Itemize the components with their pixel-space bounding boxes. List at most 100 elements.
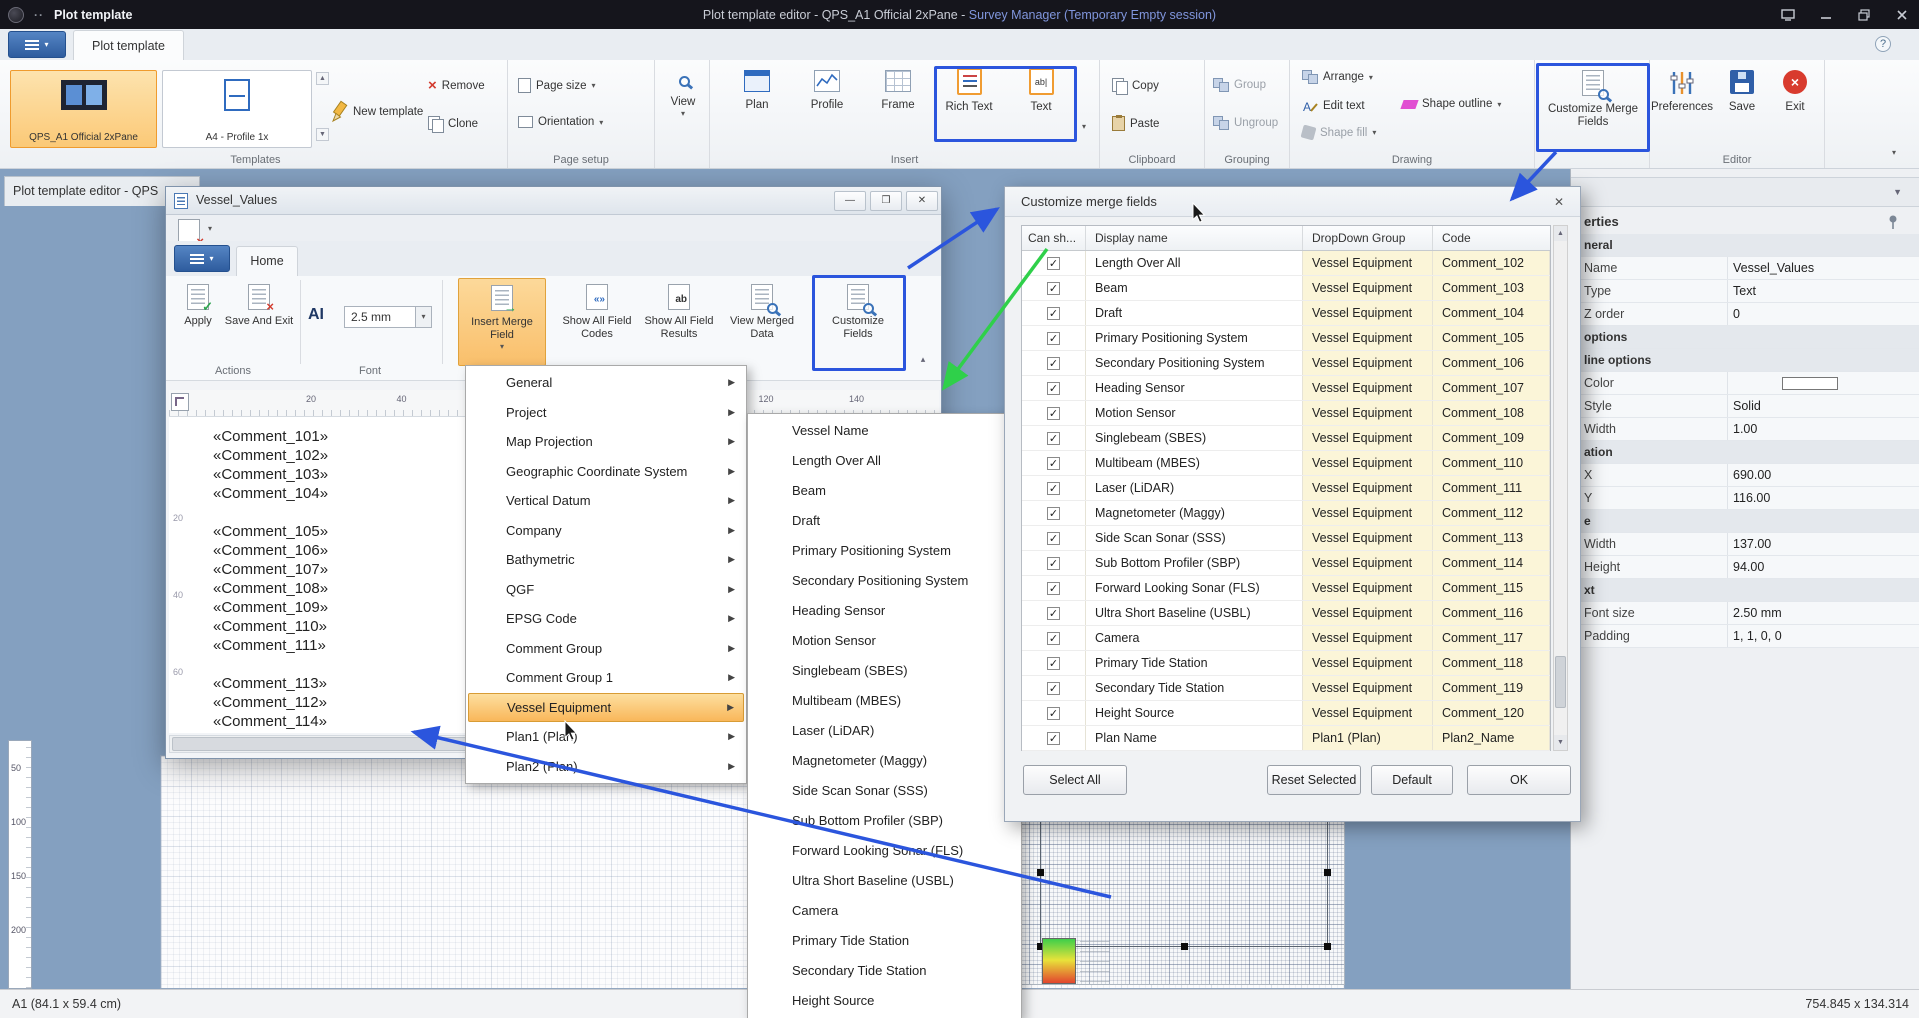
submenu-item-height-source[interactable]: Height Source — [750, 986, 1019, 1016]
orientation-button[interactable]: Orientation▾ — [518, 116, 603, 128]
property-row[interactable]: Width1.00 — [1571, 418, 1919, 441]
apply-button[interactable]: ✓ Apply — [174, 278, 222, 366]
property-row[interactable]: Z order0 — [1571, 303, 1919, 326]
color-swatch[interactable] — [1782, 377, 1838, 390]
checkbox[interactable]: ✓ — [1047, 457, 1060, 470]
help-icon[interactable]: ? — [1875, 36, 1891, 52]
dialog-titlebar[interactable]: Customize merge fields — [1005, 187, 1580, 217]
menu-item-general[interactable]: General▶ — [468, 368, 744, 398]
show-all-field-results-button[interactable]: ab Show All Field Results — [642, 278, 716, 366]
scroll-up-icon[interactable]: ▲ — [1554, 226, 1567, 241]
table-row[interactable]: ✓Primary Tide StationVessel EquipmentCom… — [1022, 651, 1550, 676]
submenu-item-primary-tide-station[interactable]: Primary Tide Station — [750, 926, 1019, 956]
checkbox[interactable]: ✓ — [1047, 257, 1060, 270]
insert-gallery-chevron-icon[interactable]: ▾ — [1082, 122, 1086, 131]
edit-text-button[interactable]: AEdit text — [1302, 98, 1365, 114]
menu-item-comment-group-1[interactable]: Comment Group 1▶ — [468, 663, 744, 693]
default-button[interactable]: Default — [1371, 765, 1453, 795]
submenu-item-multibeam-mbes[interactable]: Multibeam (MBES) — [750, 686, 1019, 716]
tab-plot-template[interactable]: Plot template — [73, 30, 184, 60]
checkbox[interactable]: ✓ — [1047, 382, 1060, 395]
table-row[interactable]: ✓DraftVessel EquipmentComment_104 — [1022, 301, 1550, 326]
checkbox[interactable]: ✓ — [1047, 507, 1060, 520]
vessel-maximize-icon[interactable]: ❒ — [870, 191, 902, 211]
dialog-scrollbar[interactable]: ▲ ▼ — [1553, 225, 1568, 751]
submenu-item-beam[interactable]: Beam — [750, 476, 1019, 506]
submenu-item-vessel-name[interactable]: Vessel Name — [750, 416, 1019, 446]
checkbox[interactable]: ✓ — [1047, 557, 1060, 570]
checkbox[interactable]: ✓ — [1047, 732, 1060, 745]
menu-item-vertical-datum[interactable]: Vertical Datum▶ — [468, 486, 744, 516]
table-row[interactable]: ✓Sub Bottom Profiler (SBP)Vessel Equipme… — [1022, 551, 1550, 576]
property-row[interactable]: Font size2.50 mm — [1571, 602, 1919, 625]
checkbox[interactable]: ✓ — [1047, 432, 1060, 445]
template-qps-a1[interactable]: QPS_A1 Official 2xPane — [10, 70, 157, 148]
table-row[interactable]: ✓Length Over AllVessel EquipmentComment_… — [1022, 251, 1550, 276]
insert-text-button[interactable]: ab|Text — [1010, 68, 1072, 114]
submenu-item-sub-bottom-profiler-sbp[interactable]: Sub Bottom Profiler (SBP) — [750, 806, 1019, 836]
checkbox[interactable]: ✓ — [1047, 532, 1060, 545]
table-row[interactable]: ✓Secondary Positioning SystemVessel Equi… — [1022, 351, 1550, 376]
save-button[interactable]: Save — [1716, 70, 1768, 114]
table-row[interactable]: ✓Secondary Tide StationVessel EquipmentC… — [1022, 676, 1550, 701]
submenu-item-magnetometer-maggy[interactable]: Magnetometer (Maggy) — [750, 746, 1019, 776]
scrollbar-thumb[interactable] — [172, 737, 472, 751]
submenu-item-singlebeam-sbes[interactable]: Singlebeam (SBES) — [750, 656, 1019, 686]
vessel-app-menu-button[interactable]: ▾ — [174, 245, 230, 272]
property-row[interactable]: X690.00 — [1571, 464, 1919, 487]
scrollbar-thumb[interactable] — [1555, 656, 1566, 708]
menu-item-qgf[interactable]: QGF▶ — [468, 575, 744, 605]
ribbon-collapse-chevron-icon[interactable]: ▾ — [1892, 148, 1896, 157]
property-row[interactable]: StyleSolid — [1571, 395, 1919, 418]
group-button[interactable]: Group — [1213, 78, 1266, 92]
page-size-button[interactable]: Page size▾ — [518, 78, 596, 93]
vessel-minimize-icon[interactable]: — — [834, 191, 866, 211]
menu-item-epsg-code[interactable]: EPSG Code▶ — [468, 604, 744, 634]
checkbox[interactable]: ✓ — [1047, 407, 1060, 420]
view-merged-data-button[interactable]: View Merged Data — [724, 278, 800, 366]
minimize-icon[interactable] — [1815, 6, 1837, 24]
scroll-down-icon[interactable]: ▼ — [1554, 735, 1567, 750]
property-row[interactable]: NameVessel_Values — [1571, 257, 1919, 280]
table-row[interactable]: ✓Heading SensorVessel EquipmentComment_1… — [1022, 376, 1550, 401]
arrange-button[interactable]: Arrange▾ — [1302, 70, 1373, 84]
property-row[interactable]: Width137.00 — [1571, 533, 1919, 556]
checkbox[interactable]: ✓ — [1047, 307, 1060, 320]
property-row[interactable]: TypeText — [1571, 280, 1919, 303]
tab-selector-icon[interactable] — [171, 393, 189, 411]
select-all-button[interactable]: Select All — [1023, 765, 1127, 795]
insert-rich-text-button[interactable]: Rich Text — [938, 68, 1000, 114]
new-template-button[interactable]: New template — [330, 100, 423, 124]
submenu-item-secondary-positioning-system[interactable]: Secondary Positioning System — [750, 566, 1019, 596]
template-scroll-down-icon[interactable]: ▼ — [316, 128, 329, 141]
view-button[interactable]: View ▾ — [663, 72, 703, 118]
submenu-item-ultra-short-baseline-usbl[interactable]: Ultra Short Baseline (USBL) — [750, 866, 1019, 896]
checkbox[interactable]: ✓ — [1047, 657, 1060, 670]
font-size-combobox[interactable]: 2.5 mm▾ — [344, 306, 432, 328]
close-icon[interactable] — [1891, 6, 1913, 24]
table-row[interactable]: ✓BeamVessel EquipmentComment_103 — [1022, 276, 1550, 301]
template-scroll-up-icon[interactable]: ▲ — [316, 72, 329, 85]
table-row[interactable]: ✓Forward Looking Sonar (FLS)Vessel Equip… — [1022, 576, 1550, 601]
selection-handle[interactable] — [1037, 869, 1044, 876]
insert-merge-field-button[interactable]: → Insert Merge Field ▾ — [458, 278, 546, 366]
exit-button[interactable]: ×Exit — [1770, 70, 1820, 114]
remove-template-button[interactable]: ×Remove — [428, 78, 485, 93]
menu-item-plan2-plan[interactable]: Plan2 (Plan)▶ — [468, 752, 744, 782]
shape-outline-button[interactable]: Shape outline▾ — [1402, 98, 1501, 110]
property-row[interactable]: Y116.00 — [1571, 487, 1919, 510]
submenu-item-forward-looking-sonar-fls[interactable]: Forward Looking Sonar (FLS) — [750, 836, 1019, 866]
insert-frame-button[interactable]: Frame — [867, 70, 929, 112]
table-row[interactable]: ✓CameraVessel EquipmentComment_117 — [1022, 626, 1550, 651]
submenu-item-secondary-tide-station[interactable]: Secondary Tide Station — [750, 956, 1019, 986]
template-a4-profile[interactable]: A4 - Profile 1x — [162, 70, 312, 148]
checkbox[interactable]: ✓ — [1047, 582, 1060, 595]
checkbox[interactable]: ✓ — [1047, 607, 1060, 620]
property-row[interactable]: Height94.00 — [1571, 556, 1919, 579]
chevron-down-icon[interactable]: ▾ — [415, 307, 431, 327]
selection-handle[interactable] — [1324, 943, 1331, 950]
submenu-item-motion-sensor[interactable]: Motion Sensor — [750, 626, 1019, 656]
copy-button[interactable]: Copy — [1112, 78, 1159, 93]
pin-icon[interactable] — [1886, 214, 1900, 230]
column-header-can-show[interactable]: Can sh... — [1022, 226, 1086, 250]
